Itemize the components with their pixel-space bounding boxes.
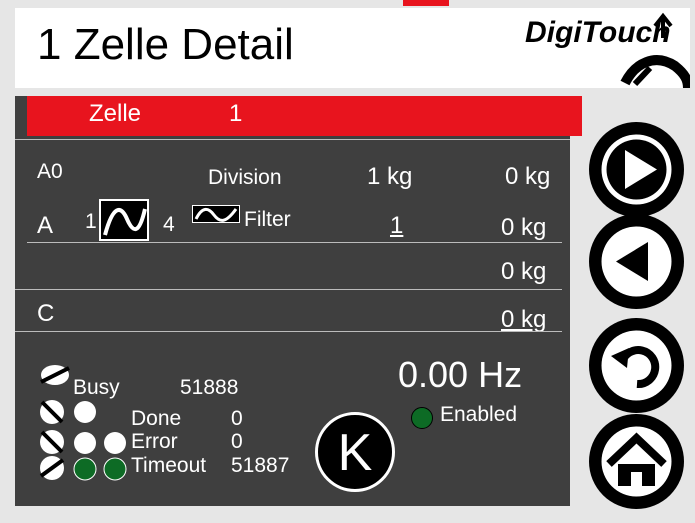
busy-value: 51888 [180, 376, 239, 399]
row-b-value: 0 kg [501, 258, 547, 285]
done-indicator-icon [39, 399, 103, 425]
filter-wave-icon[interactable] [192, 205, 240, 223]
error-value: 0 [231, 430, 243, 453]
k-button[interactable]: K [315, 412, 395, 492]
busy-label: Busy [73, 376, 120, 399]
timeout-indicator-icon [39, 454, 129, 482]
filter-from: 1 [85, 210, 97, 233]
divider [27, 242, 562, 243]
back-icon [601, 226, 672, 297]
undo-button[interactable] [589, 318, 684, 413]
home-button[interactable] [589, 414, 684, 509]
brand-logo: DigiTouch [430, 8, 693, 90]
enabled-label: Enabled [440, 403, 518, 426]
cell-label: Zelle [89, 100, 142, 127]
row-a-value: 0 kg [501, 214, 547, 241]
home-icon [601, 426, 672, 497]
timeout-value: 51887 [231, 454, 290, 477]
timeout-label: Timeout [131, 454, 207, 477]
done-value: 0 [231, 407, 243, 430]
error-indicator-icon [39, 429, 129, 455]
back-button[interactable] [589, 214, 684, 309]
row-a0-value: 0 kg [505, 163, 551, 190]
cell-bar: Zelle 1 [27, 96, 582, 136]
divider [15, 139, 570, 140]
filter-value[interactable]: 1 [390, 212, 403, 240]
row-a-name: A [37, 212, 54, 239]
undo-icon [601, 330, 672, 401]
divider [15, 331, 562, 332]
sine-wave-icon[interactable] [99, 199, 149, 241]
cell-number: 1 [229, 100, 243, 127]
header: 1 Zelle Detail DigiTouch [15, 8, 693, 90]
window: 1 Zelle Detail DigiTouch Zelle 1 A0 Divi… [0, 0, 695, 523]
busy-indicator-icon [39, 364, 71, 386]
next-icon [601, 134, 672, 205]
filter-to: 4 [163, 213, 175, 236]
row-c-name: C [37, 300, 55, 327]
division-value[interactable]: 1 kg [367, 163, 412, 191]
frequency-readout: 0.00 Hz [398, 354, 523, 395]
error-label: Error [131, 430, 178, 453]
brand-text: DigiTouch [525, 16, 671, 49]
divider [15, 289, 562, 290]
row-a0-name: A0 [37, 160, 63, 183]
division-label: Division [208, 166, 282, 189]
filter-label: Filter [244, 208, 291, 231]
top-indicator [403, 0, 449, 6]
page-title: 1 Zelle Detail [37, 20, 294, 69]
done-label: Done [131, 407, 182, 430]
next-button[interactable] [589, 122, 684, 217]
k-button-label: K [337, 424, 373, 482]
enabled-led-icon [411, 407, 433, 429]
row-c-value: 0 kg [501, 306, 547, 333]
detail-panel: Zelle 1 A0 Division 1 kg 0 kg A 1 4 Filt… [15, 96, 582, 506]
